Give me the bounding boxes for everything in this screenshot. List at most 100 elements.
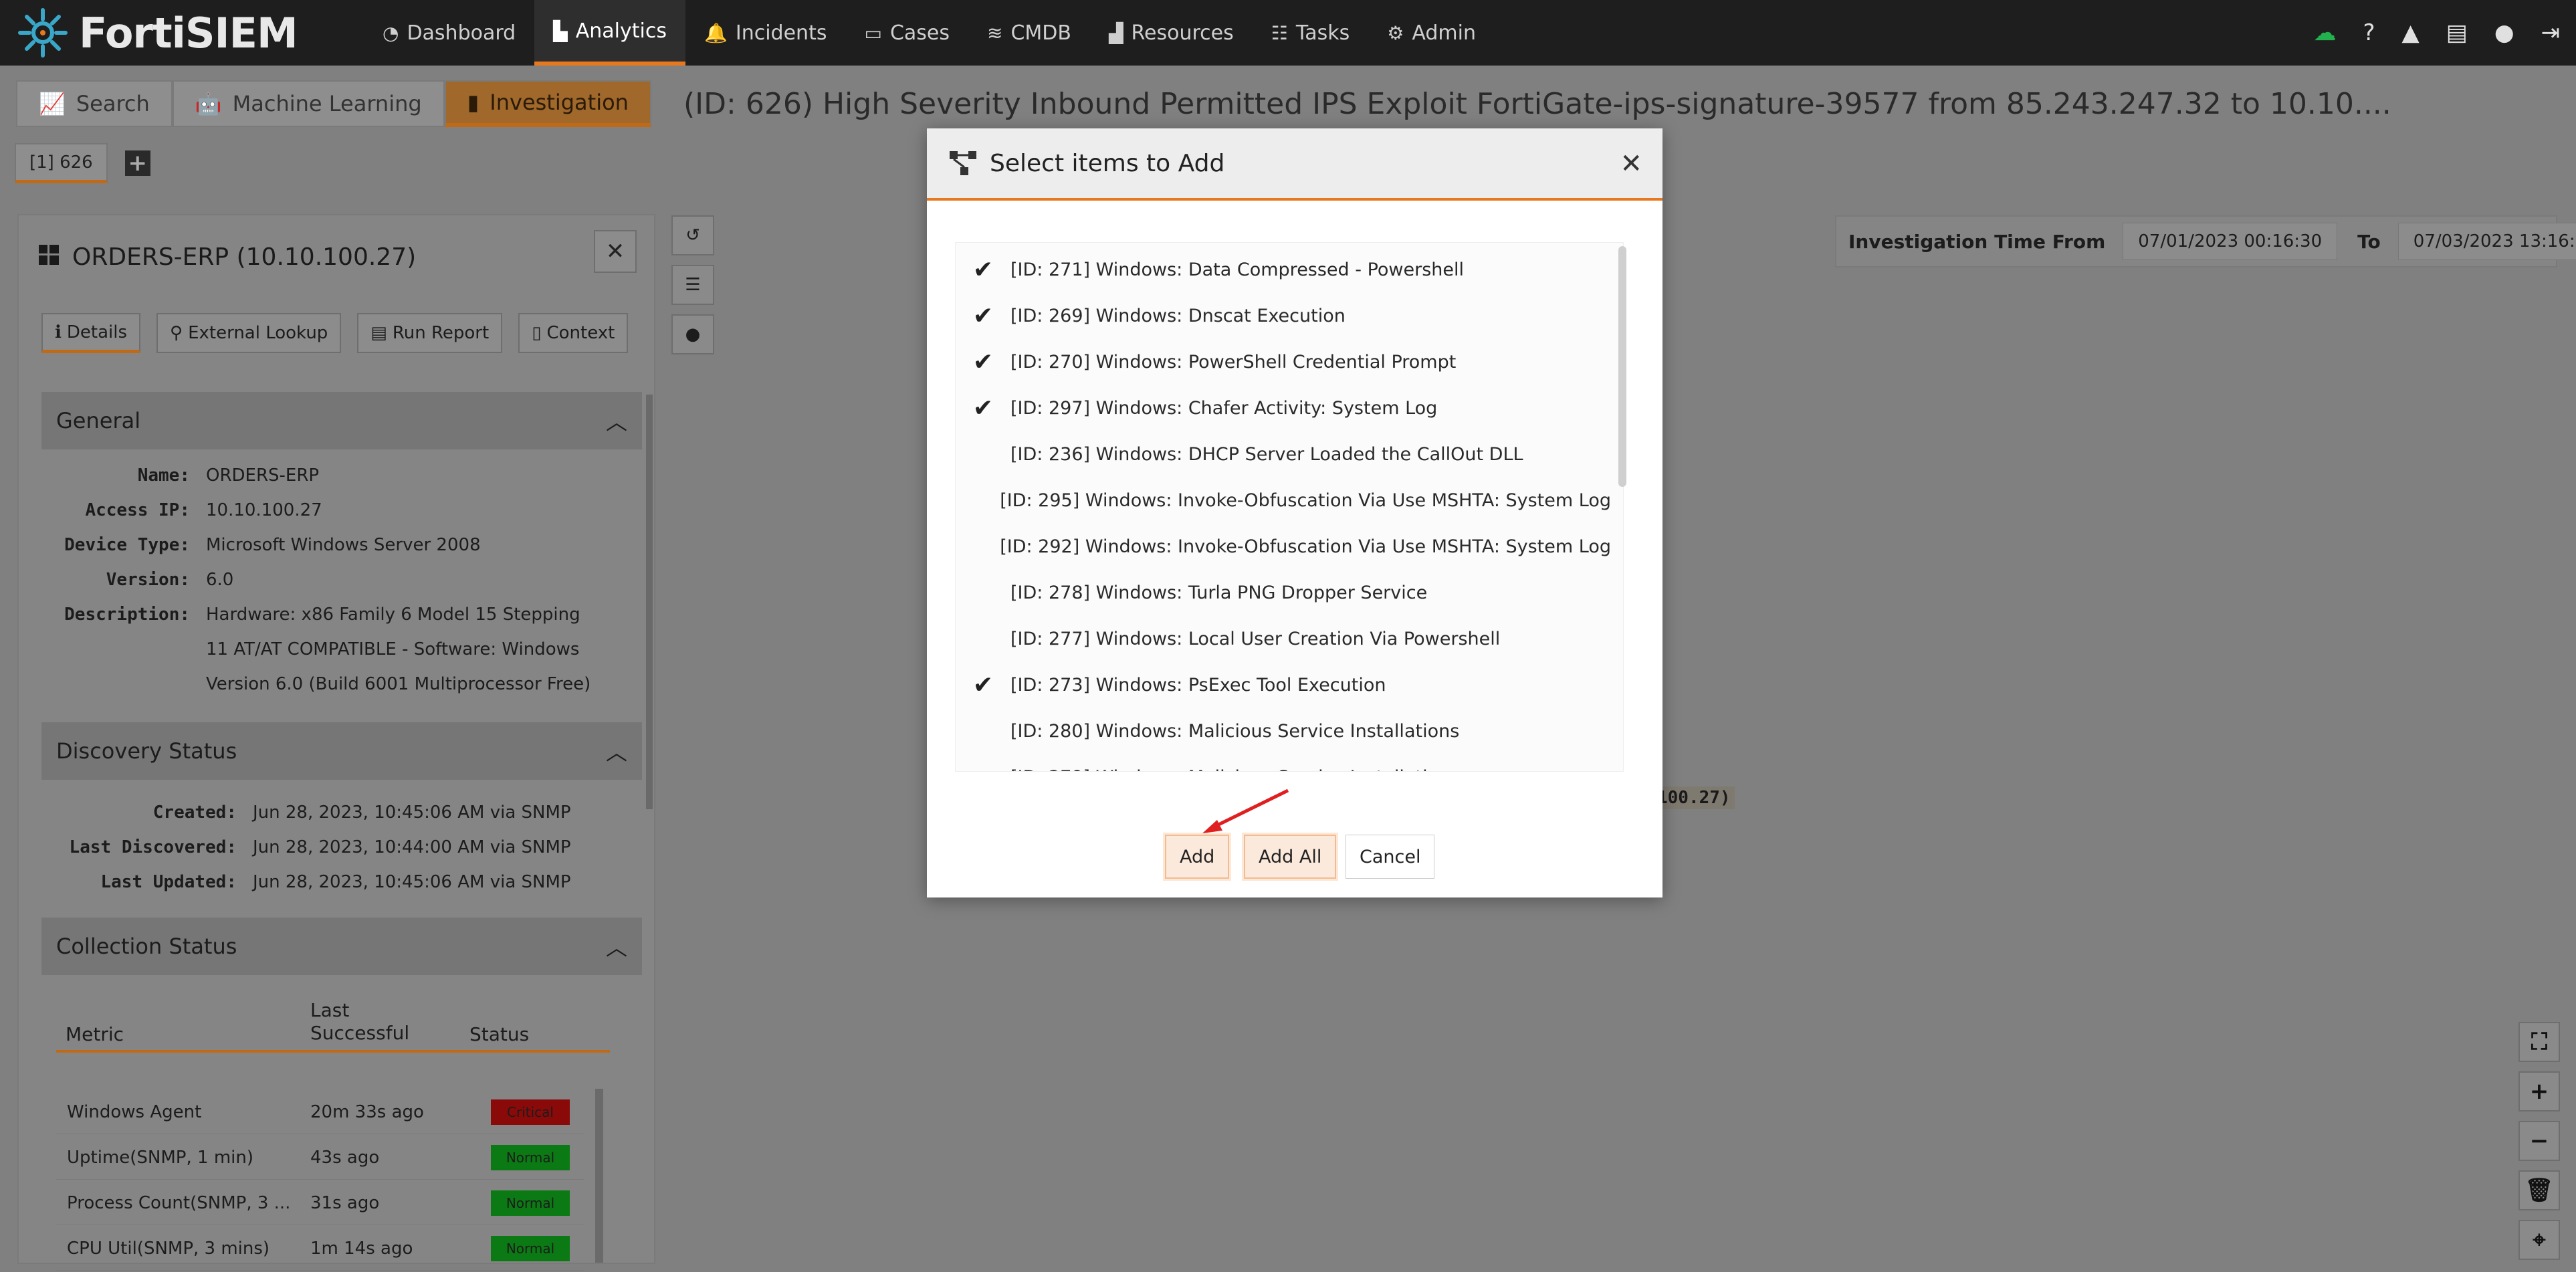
nav-item-admin[interactable]: ⚙ Admin [1368, 0, 1495, 66]
table-row[interactable]: CPU Util(SNMP, 3 mins) 1m 14s ago Normal [56, 1225, 584, 1271]
time-to-field[interactable]: 07/03/2023 13:16:30 [2397, 223, 2576, 260]
center-button[interactable]: ⌖ [2518, 1220, 2560, 1260]
device-title: ORDERS-ERP (10.10.100.27) [39, 243, 416, 271]
delete-button[interactable]: 🗑 [2518, 1170, 2560, 1210]
tab-investigation-label: Investigation [490, 90, 629, 115]
zoom-in-button[interactable]: + [2518, 1071, 2560, 1111]
cloud-download-icon[interactable]: ☁ [2314, 19, 2337, 46]
nav-item-cases[interactable]: ▭ Cases [845, 0, 968, 66]
table-row[interactable]: Windows Agent 20m 33s ago Critical [56, 1089, 584, 1134]
modal-header: Select items to Add ✕ [927, 128, 1662, 201]
history-button[interactable]: ↺ [671, 215, 714, 255]
kv-key: Created: [152, 803, 237, 823]
database-icon: ≋ [987, 21, 1003, 44]
nav-item-resources[interactable]: ▟ Resources [1090, 0, 1253, 66]
close-panel-button[interactable]: ✕ [594, 230, 637, 273]
table-row[interactable]: Process Count(SNMP, 3 ... 31s ago Normal [56, 1180, 584, 1225]
run-report-button[interactable]: ▤ Run Report [357, 313, 503, 353]
cancel-button[interactable]: Cancel [1346, 835, 1435, 879]
list-item[interactable]: [ID: 278] Windows: Turla PNG Dropper Ser… [956, 570, 1611, 616]
zoom-out-button[interactable]: − [2518, 1121, 2560, 1161]
col-metric[interactable]: Metric [66, 1023, 124, 1045]
nav-item-analytics[interactable]: ▙ Analytics [534, 0, 685, 66]
nav-item-label: Resources [1131, 21, 1234, 45]
add-button[interactable]: Add [1165, 835, 1230, 879]
user-icon[interactable]: ● [2494, 19, 2514, 46]
nav-item-incidents[interactable]: 🔔 Incidents [685, 0, 845, 66]
status-badge: Normal [491, 1190, 570, 1216]
warning-icon[interactable]: ▲ [2402, 19, 2420, 46]
kv-value: ORDERS-ERP [206, 465, 320, 486]
tab-search[interactable]: 📈 Search [16, 80, 173, 127]
external-lookup-button[interactable]: ⚲ External Lookup [156, 313, 342, 353]
col-status[interactable]: Status [469, 1023, 529, 1045]
comment-button[interactable]: ● [671, 314, 714, 354]
modal-close-icon[interactable]: ✕ [1620, 148, 1642, 179]
kv-value: Version 6.0 (Build 6001 Multiprocessor F… [206, 674, 591, 694]
time-from-field[interactable]: 07/01/2023 00:16:30 [2123, 223, 2338, 260]
col-last[interactable]: Last [310, 999, 349, 1021]
list-item[interactable]: ✔ [ID: 271] Windows: Data Compressed - Po… [956, 247, 1611, 293]
panel-scrollbar[interactable] [646, 395, 653, 809]
list-item[interactable]: [ID: 279] Windows: Malicious Service Ins… [956, 754, 1611, 771]
graph-zoom-tools: ⛶ + − 🗑 ⌖ [2518, 1022, 2560, 1269]
list-item-label: [ID: 297] Windows: Chafer Activity: Syst… [1010, 398, 1438, 419]
kv-value: Hardware: x86 Family 6 Model 15 Stepping [206, 605, 580, 625]
main-nav: ◔ Dashboard ▙ Analytics 🔔 Incidents ▭ Cases ≋ CMD… [364, 0, 1495, 66]
metric-cell: Windows Agent [67, 1102, 202, 1122]
kv-value: 11 AT/AT COMPATIBLE - Software: Windows [206, 639, 580, 659]
graph-node-label[interactable]: 100.27) [1653, 786, 1735, 809]
folder-icon: ▭ [864, 21, 882, 44]
list-item[interactable]: ✔ [ID: 269] Windows: Dnscat Execution [956, 293, 1611, 339]
add-all-button[interactable]: Add All [1244, 835, 1337, 879]
chevron-up-icon: ︿ [605, 409, 627, 435]
list-item-label: [ID: 277] Windows: Local User Creation V… [1010, 629, 1501, 649]
subtab-626[interactable]: [1] 626 [15, 143, 108, 183]
nav-item-label: CMDB [1010, 21, 1071, 45]
list-item-label: [ID: 236] Windows: DHCP Server Loaded th… [1010, 444, 1523, 465]
list-item[interactable]: [ID: 280] Windows: Malicious Service Ins… [956, 708, 1611, 754]
fullscreen-button[interactable]: ⛶ [2518, 1022, 2560, 1062]
tab-machine-learning[interactable]: 🤖 Machine Learning [172, 80, 445, 127]
gear-icon: ⚙ [1387, 21, 1404, 44]
add-tab-button[interactable]: + [124, 150, 150, 177]
report-label: Run Report [392, 323, 490, 343]
discovery-section-header[interactable]: Discovery Status ︿ [41, 722, 642, 780]
analytics-tabs: 📈 Search 🤖 Machine Learning ▮ Investigation [16, 80, 651, 127]
list-item[interactable]: ✔ [ID: 297] Windows: Chafer Activity: Sys… [956, 385, 1611, 431]
table-scrollbar[interactable] [595, 1089, 603, 1263]
col-successful[interactable]: Successful [310, 1022, 409, 1044]
details-button[interactable]: ℹ Details [41, 313, 141, 353]
context-button[interactable]: ▯ Context [518, 313, 629, 353]
general-section-header[interactable]: General ︿ [41, 392, 642, 449]
list-item[interactable]: ✔ [ID: 273] Windows: PsExec Tool Executio… [956, 662, 1611, 708]
top-right-icons: ☁ ? ▲ ▤ ● ⇥ [2287, 0, 2561, 66]
nav-item-dashboard[interactable]: ◔ Dashboard [364, 0, 534, 66]
status-badge: Normal [491, 1145, 570, 1170]
bar-chart-icon: ▟ [1108, 21, 1123, 44]
items-list-scrollbar[interactable] [1618, 246, 1626, 487]
list-item-label: [ID: 271] Windows: Data Compressed - Pow… [1010, 259, 1465, 280]
list-item[interactable]: [ID: 292] Windows: Invoke-Obfuscation Vi… [956, 524, 1611, 570]
nav-item-tasks[interactable]: ☷ Tasks [1253, 0, 1369, 66]
fortisiem-logo[interactable]: FortiSIEM [16, 6, 364, 60]
collection-section-header[interactable]: Collection Status ︿ [41, 918, 642, 975]
list-item[interactable]: [ID: 295] Windows: Invoke-Obfuscation Vi… [956, 478, 1611, 524]
kv-value: Jun 28, 2023, 10:45:06 AM via SNMP [253, 803, 571, 823]
list-item[interactable]: ✔ [ID: 270] Windows: PowerShell Credentia… [956, 339, 1611, 385]
kv-key: Last Discovered: [69, 837, 237, 857]
last-successful-cell: 31s ago [310, 1193, 380, 1213]
tab-investigation[interactable]: ▮ Investigation [444, 80, 651, 127]
nav-item-label: Cases [889, 21, 950, 45]
list-item[interactable]: [ID: 277] Windows: Local User Creation V… [956, 616, 1611, 662]
nav-item-cmdb[interactable]: ≋ CMDB [968, 0, 1090, 66]
bell-icon: 🔔 [704, 21, 728, 44]
items-list[interactable]: ✔ [ID: 271] Windows: Data Compressed - Po… [955, 242, 1624, 772]
list-button[interactable]: ☰ [671, 265, 714, 305]
id-card-icon[interactable]: ▤ [2446, 19, 2468, 46]
list-item[interactable]: [ID: 236] Windows: DHCP Server Loaded th… [956, 431, 1611, 478]
page-title: (ID: 626) High Severity Inbound Permitte… [683, 87, 2391, 121]
help-icon[interactable]: ? [2363, 19, 2375, 46]
table-row[interactable]: Uptime(SNMP, 1 min) 43s ago Normal [56, 1134, 584, 1180]
logout-icon[interactable]: ⇥ [2541, 19, 2561, 46]
